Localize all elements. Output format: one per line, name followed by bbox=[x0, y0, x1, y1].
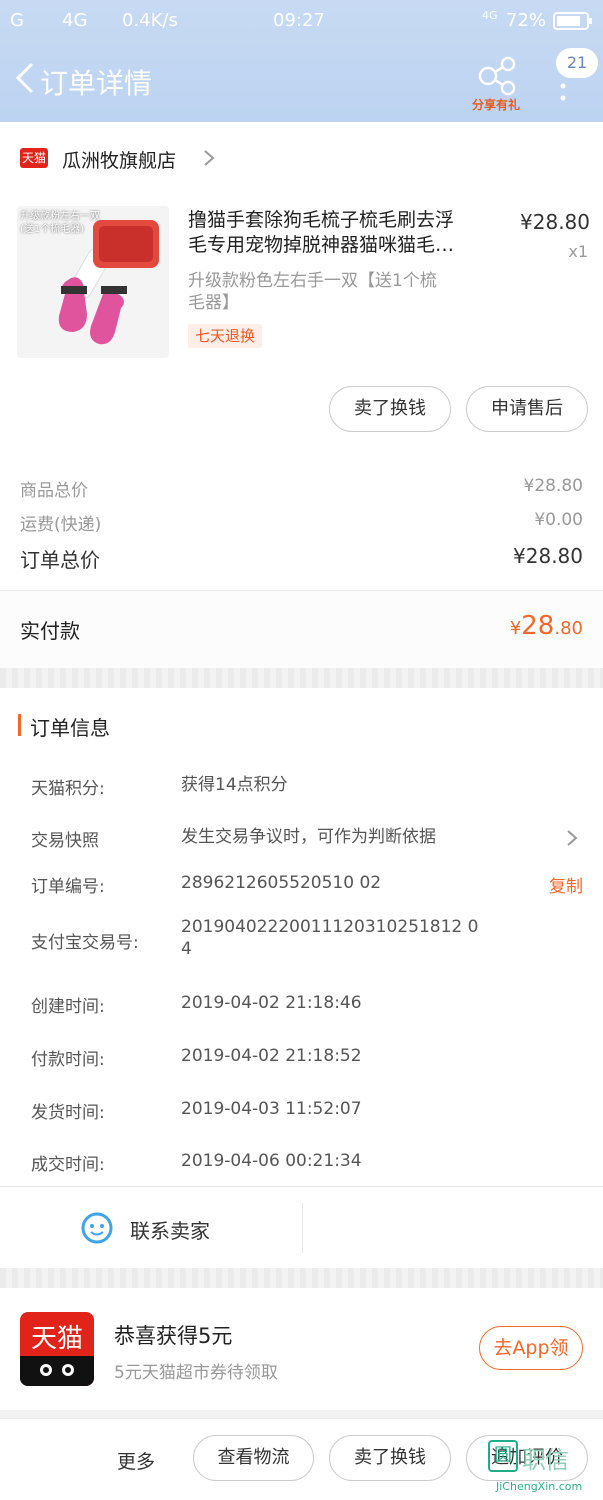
promo-card: 天猫 恭喜获得5元 5元天猫超市券待领取 去App领 bbox=[0, 1288, 603, 1410]
watermark-logo: 圆 bbox=[488, 1440, 518, 1472]
network2-text: 4G bbox=[482, 9, 498, 22]
view-logistics-button[interactable]: 查看物流 bbox=[193, 1435, 314, 1481]
sell-for-cash-bottom-button[interactable]: 卖了换钱 bbox=[329, 1435, 451, 1481]
order-total-row: 订单总价 ¥28.80 bbox=[20, 544, 583, 574]
shipping-value: ¥0.00 bbox=[534, 510, 583, 530]
item-actions: 卖了换钱 申请售后 bbox=[0, 368, 603, 450]
section-divider bbox=[0, 668, 603, 688]
points-label: 天猫积分: bbox=[31, 779, 105, 799]
share-icon bbox=[478, 56, 516, 96]
alipay-label: 支付宝交易号: bbox=[31, 933, 139, 953]
store-row[interactable]: 天猫 瓜洲牧旗舰店 bbox=[0, 122, 603, 192]
order-total-value: ¥28.80 bbox=[513, 544, 583, 568]
more-icon[interactable] bbox=[556, 76, 570, 106]
order-number-value: 2896212605520510 02 bbox=[181, 873, 382, 893]
paid-label: 实付款 bbox=[20, 619, 80, 643]
order-info-section: 订单信息 天猫积分: 获得14点积分 交易快照 发生交易争议时，可作为判断依据 … bbox=[0, 688, 603, 1186]
message-badge[interactable]: 21 bbox=[556, 48, 598, 78]
created-value: 2019-04-02 21:18:46 bbox=[181, 993, 362, 1013]
product-sku: 升级款粉色左右手一双【送1个梳 毛器】 bbox=[188, 271, 437, 313]
section-divider bbox=[0, 1268, 603, 1288]
battery-text: 72% bbox=[506, 10, 547, 31]
speed-text: 0.4K/s bbox=[122, 10, 178, 31]
deal-value: 2019-04-06 00:21:34 bbox=[181, 1151, 362, 1171]
sell-for-cash-button[interactable]: 卖了换钱 bbox=[329, 386, 451, 432]
watermark-name: 职信 bbox=[522, 1446, 569, 1474]
alipay-value: 20190402220011120310251812 0 4 bbox=[181, 917, 479, 959]
order-number-row: 订单编号: 2896212605520510 02 复制 bbox=[0, 872, 603, 920]
open-app-button[interactable]: 去App领 bbox=[479, 1326, 583, 1370]
deal-label: 成交时间: bbox=[31, 1155, 105, 1175]
shipping-row: 运费(快递) ¥0.00 bbox=[20, 510, 583, 540]
paid-value: ¥28.80 bbox=[509, 611, 583, 641]
contact-seller-button[interactable]: 联系卖家 bbox=[130, 1215, 210, 1244]
status-bar: G 4G 0.4K/s 09:27 4G 72% bbox=[0, 0, 603, 40]
chevron-right-icon bbox=[567, 830, 578, 846]
tmall-logo: 天猫 bbox=[20, 148, 48, 168]
points-value: 获得14点积分 bbox=[181, 775, 288, 795]
points-row: 天猫积分: 获得14点积分 bbox=[0, 774, 603, 822]
nav-bar: 订单详情 分享有礼 21 bbox=[0, 48, 603, 118]
snapshot-value: 发生交易争议时，可作为判断依据 bbox=[181, 827, 436, 847]
paid-amount-row: 实付款 ¥28.80 bbox=[0, 590, 603, 668]
watermark-url: JiChengXin.com bbox=[496, 1480, 583, 1493]
price-summary: 商品总价 ¥28.80 运费(快递) ¥0.00 订单总价 ¥28.80 bbox=[0, 450, 603, 590]
goods-total-label: 商品总价 bbox=[20, 481, 88, 501]
tmall-app-logo: 天猫 bbox=[20, 1312, 94, 1386]
tmall-cat-icon bbox=[20, 1356, 94, 1386]
shipped-value: 2019-04-03 11:52:07 bbox=[181, 1099, 362, 1119]
product-card[interactable]: 升级款粉左右一双 (送1个梳毛器) 撸猫手套除狗毛梳子梳毛刷去浮 毛专用宠物掉脱… bbox=[0, 192, 603, 368]
created-time-row: 创建时间: 2019-04-02 21:18:46 bbox=[0, 992, 603, 1040]
product-image[interactable]: 升级款粉左右一双 (送1个梳毛器) bbox=[17, 206, 169, 358]
shipped-label: 发货时间: bbox=[31, 1103, 105, 1123]
product-quantity: x1 bbox=[568, 242, 588, 261]
share-label: 分享有礼 bbox=[471, 98, 520, 112]
after-sale-button[interactable]: 申请售后 bbox=[466, 386, 588, 432]
product-title[interactable]: 撸猫手套除狗毛梳子梳毛刷去浮 毛专用宠物掉脱神器猫咪猫毛… bbox=[188, 208, 498, 258]
paid-time-label: 付款时间: bbox=[31, 1050, 105, 1070]
chevron-right-icon bbox=[204, 150, 215, 166]
product-image-caption: 升级款粉左右一双 (送1个梳毛器) bbox=[20, 211, 100, 235]
share-button[interactable]: 分享有礼 bbox=[466, 54, 526, 114]
page-title: 订单详情 bbox=[40, 67, 153, 100]
order-number-label: 订单编号: bbox=[31, 877, 105, 897]
shipping-label: 运费(快递) bbox=[20, 515, 102, 535]
header: G 4G 0.4K/s 09:27 4G 72% 订单详情 分享有礼 21 bbox=[0, 0, 603, 122]
back-icon[interactable] bbox=[12, 58, 42, 98]
copy-button[interactable]: 复制 bbox=[549, 872, 583, 897]
network-text: 4G bbox=[62, 10, 88, 31]
chat-face-icon[interactable] bbox=[80, 1211, 114, 1245]
store-name[interactable]: 瓜洲牧旗舰店 bbox=[62, 146, 176, 173]
paid-time-row: 付款时间: 2019-04-02 21:18:52 bbox=[0, 1045, 603, 1093]
order-info-title: 订单信息 bbox=[30, 716, 110, 740]
promo-subtitle: 5元天猫超市券待领取 bbox=[114, 1363, 278, 1383]
goods-total-value: ¥28.80 bbox=[523, 476, 583, 496]
shipped-time-row: 发货时间: 2019-04-03 11:52:07 bbox=[0, 1098, 603, 1146]
paid-time-value: 2019-04-02 21:18:52 bbox=[181, 1046, 362, 1066]
goods-total-row: 商品总价 ¥28.80 bbox=[20, 476, 583, 506]
alipay-row: 支付宝交易号: 20190402220011120310251812 0 4 bbox=[0, 916, 603, 976]
section-accent-bar bbox=[18, 714, 21, 736]
snapshot-row[interactable]: 交易快照 发生交易争议时，可作为判断依据 bbox=[0, 826, 603, 874]
more-button[interactable]: 更多 bbox=[117, 1447, 155, 1474]
battery-icon bbox=[553, 12, 592, 30]
watermark: 圆 职信 JiChengXin.com bbox=[488, 1440, 603, 1500]
divider bbox=[302, 1203, 303, 1253]
product-price: ¥28.80 bbox=[520, 210, 590, 234]
created-label: 创建时间: bbox=[31, 997, 105, 1017]
snapshot-label: 交易快照 bbox=[31, 831, 99, 851]
order-total-label: 订单总价 bbox=[20, 548, 100, 572]
signal-text: G bbox=[10, 10, 24, 31]
promo-title: 恭喜获得5元 bbox=[114, 1324, 233, 1348]
clock: 09:27 bbox=[273, 10, 325, 31]
contact-seller-bar: 联系卖家 bbox=[0, 1186, 603, 1268]
return-policy-tag: 七天退换 bbox=[188, 324, 263, 348]
